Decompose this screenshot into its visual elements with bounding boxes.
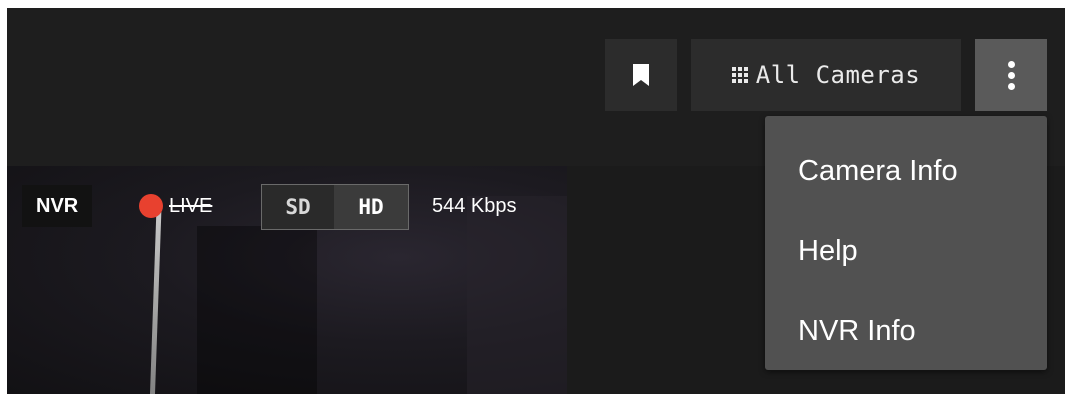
- camera-video-feed[interactable]: NVR LIVE SD HD 544 Kbps: [7, 166, 567, 394]
- options-dropdown-menu: Camera Info Help NVR Info: [765, 116, 1047, 370]
- live-label: LIVE: [169, 194, 213, 217]
- bitrate-label: 544 Kbps: [432, 194, 517, 217]
- grid-icon: [731, 67, 748, 83]
- menu-item-camera-info[interactable]: Camera Info: [765, 131, 1047, 211]
- quality-toggle: SD HD: [261, 184, 409, 230]
- bookmark-icon: [633, 64, 649, 86]
- live-indicator: LIVE: [139, 185, 212, 227]
- kebab-dot-icon: [1007, 71, 1015, 79]
- live-dot-icon: [139, 194, 163, 218]
- hd-option[interactable]: HD: [334, 185, 408, 229]
- bitrate-readout: 544 Kbps: [432, 185, 517, 227]
- nvr-label: NVR: [36, 194, 79, 217]
- app-frame: All Cameras NVR LIVE SD HD 544 Kbps Came…: [7, 8, 1065, 394]
- bookmark-button[interactable]: [605, 39, 677, 111]
- all-cameras-label: All Cameras: [755, 61, 921, 89]
- all-cameras-button[interactable]: All Cameras: [691, 39, 961, 111]
- kebab-dot-icon: [1007, 82, 1015, 90]
- nvr-badge: NVR: [22, 185, 93, 227]
- menu-item-nvr-info[interactable]: NVR Info: [765, 291, 1047, 371]
- sd-option[interactable]: SD: [262, 185, 334, 229]
- kebab-dot-icon: [1007, 60, 1015, 68]
- menu-item-help[interactable]: Help: [765, 211, 1047, 291]
- more-options-button[interactable]: [975, 39, 1047, 111]
